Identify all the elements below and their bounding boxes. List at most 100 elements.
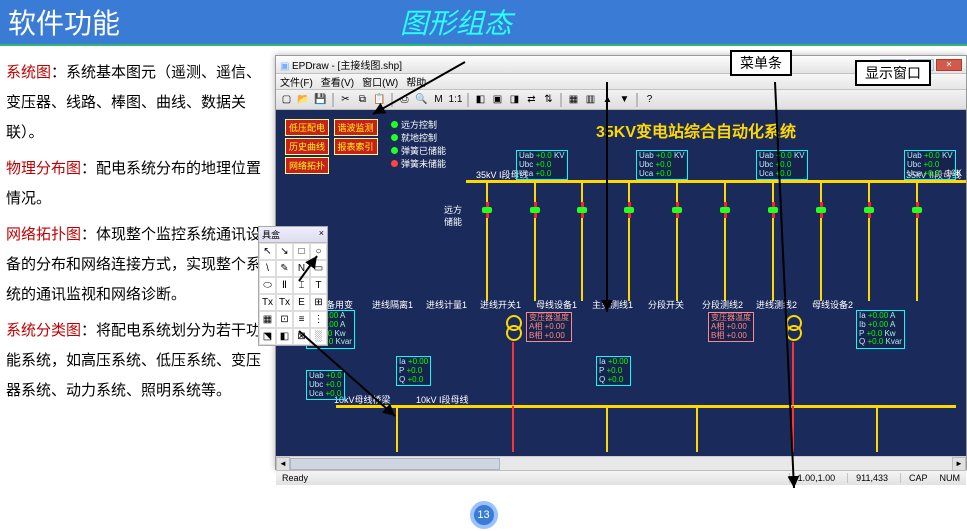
- slide-title-right: 图形组态: [400, 2, 512, 42]
- palette-tool-16[interactable]: ▦: [259, 311, 276, 328]
- scroll-left-icon[interactable]: ◄: [276, 457, 290, 471]
- iapq-lower-1: Ia +0.00 P +0.0 Q +0.0: [396, 356, 431, 386]
- btn-harmonic[interactable]: 谐波监测: [334, 119, 378, 136]
- switch-icon[interactable]: [912, 202, 922, 218]
- palette-tool-9[interactable]: Ⅱ: [276, 277, 293, 294]
- scroll-thumb[interactable]: [290, 458, 500, 470]
- tool-back-icon[interactable]: ▼: [617, 92, 632, 107]
- tool-zoom-icon[interactable]: 🔍: [414, 92, 429, 107]
- feeder-7: 分段测线2: [702, 298, 743, 311]
- palette-tool-18[interactable]: ≡: [293, 311, 310, 328]
- palette-tool-17[interactable]: ⊡: [276, 311, 293, 328]
- feeder-9: 母线设备2: [812, 298, 853, 311]
- transformer-icon[interactable]: [786, 315, 800, 341]
- tool-scale-icon[interactable]: 1:1: [448, 92, 463, 107]
- palette-tool-5[interactable]: ✎: [276, 260, 293, 277]
- palette-tool-15[interactable]: ⊞: [310, 294, 327, 311]
- sec3-title: 网络拓扑图: [6, 226, 81, 243]
- palette-tool-0[interactable]: ↖: [259, 243, 276, 260]
- tool-front-icon[interactable]: ▲: [600, 92, 615, 107]
- legend-local: 就地控制: [401, 131, 437, 144]
- window-title-text: EPDraw - [主接线图.shp]: [292, 57, 402, 72]
- tool-new-icon[interactable]: ▢: [279, 92, 294, 107]
- tool-paste-icon[interactable]: 📋: [372, 92, 387, 107]
- scroll-right-icon[interactable]: ►: [952, 457, 966, 471]
- close-button[interactable]: ✕: [936, 59, 962, 71]
- switch-icon[interactable]: [816, 202, 826, 218]
- tool-cut-icon[interactable]: ✂: [338, 92, 353, 107]
- canvas-title: 35KV变电站综合自动化系统: [596, 118, 796, 142]
- tool-copy-icon[interactable]: ⧉: [355, 92, 370, 107]
- voltage-box-3: Uab +0.0 KV Ubc +0.0 Uca +0.0: [756, 150, 808, 180]
- tool-open-icon[interactable]: 📂: [296, 92, 311, 107]
- iapq-lower-2: Ia +0.00 P +0.0 Q +0.0: [596, 356, 631, 386]
- switch-icon[interactable]: [720, 202, 730, 218]
- switch-icon[interactable]: [624, 202, 634, 218]
- tool-palette[interactable]: 具盒 × ↖↘□○\✎N▭⬭Ⅱ⌶TTxTxE⊞▦⊡≡⋮⬔◧⊠░: [258, 226, 328, 346]
- voltage-box-2: Uab +0.0 KV Ubc +0.0 Uca +0.0: [636, 150, 688, 180]
- voltage-box-1: Uab +0.0 KV Ubc +0.0 Uca +0.0: [516, 150, 568, 180]
- palette-tool-6[interactable]: N: [293, 260, 310, 277]
- btn-topo[interactable]: 网络拓扑: [285, 157, 329, 174]
- feeder-2: 进线计量1: [426, 298, 467, 311]
- tool-flip-h-icon[interactable]: ⇄: [524, 92, 539, 107]
- tool-print-icon[interactable]: ⎙: [397, 92, 412, 107]
- menu-help[interactable]: 帮助: [406, 74, 426, 89]
- status-coords-2: 911,433: [847, 473, 888, 483]
- palette-tool-13[interactable]: Tx: [276, 294, 293, 311]
- switch-icon[interactable]: [482, 202, 492, 218]
- palette-tool-3[interactable]: ○: [310, 243, 327, 260]
- switch-icon[interactable]: [530, 202, 540, 218]
- palette-tool-22[interactable]: ⊠: [293, 328, 310, 345]
- slide-header: 软件功能 图形组态: [0, 0, 967, 44]
- palette-tool-7[interactable]: ▭: [310, 260, 327, 277]
- palette-tool-2[interactable]: □: [293, 243, 310, 260]
- tool-align-right-icon[interactable]: ◨: [507, 92, 522, 107]
- switch-icon[interactable]: [577, 202, 587, 218]
- palette-tool-23[interactable]: ░: [310, 328, 327, 345]
- menu-window[interactable]: 窗口(W): [362, 74, 398, 89]
- sec2-title: 物理分布图: [6, 160, 81, 177]
- palette-tool-20[interactable]: ⬔: [259, 328, 276, 345]
- feeder-1: 进线隔离1: [372, 298, 413, 311]
- btn-history[interactable]: 历史曲线: [285, 138, 329, 155]
- legend-list: 远方控制 就地控制 弹簧已储能 弹簧未储能: [391, 118, 446, 170]
- tool-group-icon[interactable]: ▦: [566, 92, 581, 107]
- toolbar: ▢ 📂 💾 ✂ ⧉ 📋 ⎙ 🔍 M 1:1 ◧ ▣ ◨ ⇄ ⇅ ▦ ▥ ▲ ▼ …: [276, 90, 966, 110]
- iapq-box-2: Ia +0.00 A Ib +0.00 A P +0.0 Kw Q +0.0 K…: [856, 310, 905, 349]
- app-icon: [280, 61, 288, 69]
- tool-ungroup-icon[interactable]: ▥: [583, 92, 598, 107]
- palette-tool-14[interactable]: E: [293, 294, 310, 311]
- palette-tool-8[interactable]: ⬭: [259, 277, 276, 294]
- palette-close-icon[interactable]: ×: [319, 228, 324, 241]
- menu-file[interactable]: 文件(F): [280, 74, 313, 89]
- switch-icon[interactable]: [672, 202, 682, 218]
- legend-notstored: 弹簧未储能: [401, 157, 446, 170]
- diagram-canvas[interactable]: 35KV变电站综合自动化系统 低压配电 谐波监测 历史曲线 报表索引 网络拓扑 …: [276, 110, 966, 456]
- palette-tool-11[interactable]: T: [310, 277, 327, 294]
- palette-title: 具盒: [262, 228, 280, 241]
- tool-save-icon[interactable]: 💾: [313, 92, 328, 107]
- palette-tool-12[interactable]: Tx: [259, 294, 276, 311]
- feeder-5: 主变测线1: [592, 298, 633, 311]
- tool-align-left-icon[interactable]: ◧: [473, 92, 488, 107]
- menu-view[interactable]: 查看(V): [321, 74, 354, 89]
- tool-flip-v-icon[interactable]: ⇅: [541, 92, 556, 107]
- btn-report[interactable]: 报表索引: [334, 138, 378, 155]
- feeder-3: 进线开关1: [480, 298, 521, 311]
- switch-icon[interactable]: [768, 202, 778, 218]
- palette-tool-10[interactable]: ⌶: [293, 277, 310, 294]
- palette-tool-21[interactable]: ◧: [276, 328, 293, 345]
- transformer-icon[interactable]: [506, 315, 520, 341]
- tool-align-center-icon[interactable]: ▣: [490, 92, 505, 107]
- bus10-1-label: 10kV I段母线: [416, 393, 469, 406]
- tool-help-icon[interactable]: ?: [642, 92, 657, 107]
- btn-lv[interactable]: 低压配电: [285, 119, 329, 136]
- tool-m-icon[interactable]: M: [431, 92, 446, 107]
- switch-icon[interactable]: [864, 202, 874, 218]
- bus-35kv-1: [466, 180, 966, 183]
- palette-tool-1[interactable]: ↘: [276, 243, 293, 260]
- palette-tool-4[interactable]: \: [259, 260, 276, 277]
- palette-tool-19[interactable]: ⋮: [310, 311, 327, 328]
- h-scrollbar[interactable]: ◄ ►: [276, 456, 966, 470]
